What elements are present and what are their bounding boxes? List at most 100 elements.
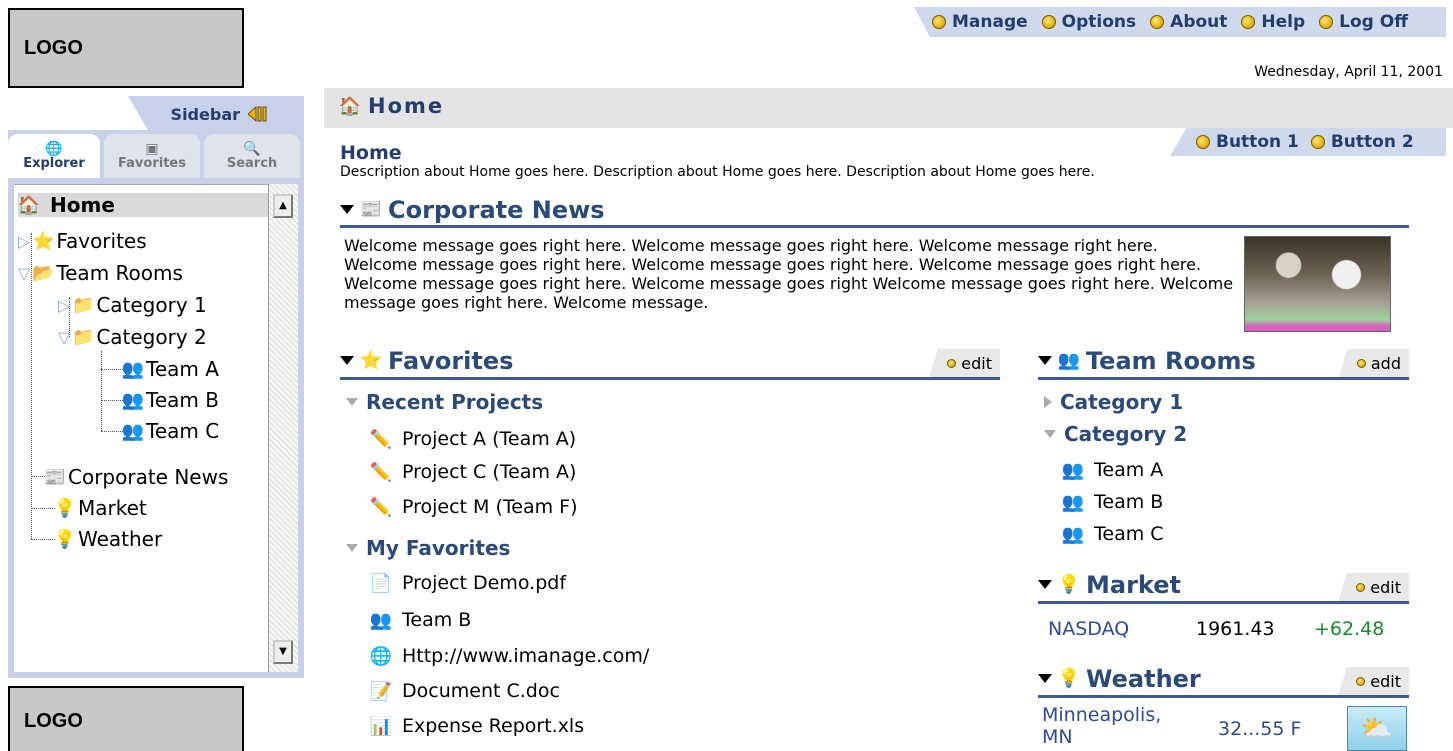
- weather-range: 32...55 F: [1218, 718, 1302, 740]
- nav-log-off[interactable]: Log Off: [1319, 12, 1408, 32]
- magnifier-icon: 🔍: [243, 140, 261, 157]
- pdf-file-icon: 📄: [369, 572, 393, 594]
- list-item[interactable]: 👥 Team A: [1062, 459, 1163, 481]
- list-item[interactable]: 👥 Team B: [1061, 491, 1164, 513]
- tree-node-team-c[interactable]: 👥 Team C: [122, 419, 219, 443]
- folder-icon: 📁: [72, 326, 95, 348]
- news-photo: [1244, 236, 1391, 332]
- project-icon: ✏️: [369, 428, 393, 450]
- page-buttons: Button 1 Button 2: [1170, 128, 1446, 156]
- list-item[interactable]: ✏️ Project C (Team A): [369, 461, 577, 483]
- collapse-triangle-icon: [346, 398, 358, 406]
- weather-edit-button[interactable]: edit: [1338, 667, 1409, 695]
- excel-file-icon: 📊: [369, 715, 393, 737]
- nav-about[interactable]: About: [1150, 12, 1227, 32]
- collapse-triangle-icon[interactable]: [340, 356, 354, 365]
- list-item[interactable]: 👥 Team B: [369, 609, 472, 631]
- tree-node-category-2[interactable]: ▽ 📁 Category 2: [58, 325, 207, 349]
- team-icon: 👥: [369, 609, 393, 631]
- lightbulb-icon: 💡: [1057, 668, 1081, 689]
- tree-node-home[interactable]: 🏠 Home: [18, 193, 268, 217]
- button-1[interactable]: Button 1: [1196, 132, 1299, 152]
- page-title: Home: [340, 142, 402, 164]
- tree-line: [101, 369, 123, 370]
- globe-icon: 🌐: [45, 140, 63, 157]
- scroll-up-button[interactable]: ▲: [273, 194, 293, 218]
- bullet-icon: [1356, 676, 1366, 686]
- tree-line: [101, 400, 123, 401]
- bullet-icon: [1356, 358, 1366, 368]
- tree-node-team-a[interactable]: 👥 Team A: [122, 357, 219, 381]
- tree-line: [31, 508, 55, 509]
- market-change: +62.48: [1314, 618, 1385, 640]
- collapse-triangle-icon[interactable]: [1038, 674, 1052, 683]
- tree-node-favorites[interactable]: ▷ ⭐ Favorites: [18, 229, 147, 253]
- team-icon: 👥: [121, 389, 145, 411]
- partly-cloudy-icon: ⛅: [1347, 706, 1407, 751]
- project-icon: ✏️: [369, 461, 393, 483]
- top-navigation: Manage Options About Help Log Off: [914, 7, 1446, 37]
- team-rooms-category-2[interactable]: Category 2: [1044, 422, 1187, 446]
- tree-node-weather[interactable]: 💡 Weather: [54, 527, 162, 551]
- scroll-down-button[interactable]: ▼: [273, 640, 293, 664]
- sidebar-toggle[interactable]: Sidebar: [128, 96, 304, 132]
- current-date: Wednesday, April 11, 2001: [1254, 64, 1443, 80]
- web-link-icon: 🌐: [369, 645, 393, 667]
- team-rooms-add-button[interactable]: add: [1338, 349, 1409, 377]
- tree-node-market[interactable]: 💡 Market: [54, 496, 147, 520]
- list-item[interactable]: 📝 Document C.doc: [370, 680, 560, 702]
- team-room-icon: 📂: [32, 262, 55, 284]
- tree-node-category-1[interactable]: ▷ 📁 Category 1: [58, 293, 207, 317]
- weather-city[interactable]: Minneapolis, MN: [1042, 704, 1161, 748]
- favorites-edit-button[interactable]: edit: [929, 349, 1000, 377]
- tree-node-team-b[interactable]: 👥 Team B: [122, 388, 219, 412]
- collapse-triangle-icon[interactable]: [340, 205, 354, 214]
- collapse-triangle-icon: [346, 544, 358, 552]
- expand-triangle-icon: [1044, 396, 1052, 408]
- favorites-header: ⭐ Favorites edit: [340, 344, 1000, 380]
- list-item[interactable]: 🌐 Http://www.imanage.com/: [370, 645, 649, 667]
- collapse-arrow-icon: ▽: [18, 263, 31, 283]
- list-item[interactable]: ✏️ Project A (Team A): [370, 428, 576, 450]
- house-icon: 🏠: [17, 194, 41, 216]
- list-item[interactable]: 📊 Expense Report.xls: [370, 715, 584, 737]
- favorites-star-icon: ⭐: [359, 350, 383, 371]
- team-icon: 👥: [1061, 523, 1085, 545]
- tree-node-corporate-news[interactable]: 📰 Corporate News: [43, 465, 229, 489]
- lightbulb-icon: 💡: [1057, 574, 1081, 595]
- market-symbol[interactable]: NASDAQ: [1048, 618, 1129, 640]
- tree-scrollbar[interactable]: ▲ ▼: [268, 184, 298, 672]
- newspaper-icon: 📰: [359, 199, 383, 220]
- word-document-icon: 📝: [369, 680, 393, 702]
- list-item[interactable]: ✏️ Project M (Team F): [370, 496, 578, 518]
- lightbulb-icon: 💡: [53, 528, 77, 550]
- collapse-triangle-icon[interactable]: [1038, 580, 1052, 589]
- nav-options[interactable]: Options: [1041, 12, 1136, 32]
- nav-help[interactable]: Help: [1241, 12, 1305, 32]
- header-title: 🏠 Home: [338, 94, 445, 118]
- team-icon: 👥: [1061, 491, 1085, 513]
- tab-explorer[interactable]: 🌐 Explorer: [8, 134, 100, 178]
- corporate-news-header: 📰 Corporate News: [340, 194, 1409, 228]
- collapse-triangle-icon[interactable]: [1038, 356, 1052, 365]
- bullet-icon: [1241, 15, 1256, 29]
- tab-search[interactable]: 🔍 Search: [204, 134, 300, 178]
- project-icon: ✏️: [369, 496, 393, 518]
- recent-projects-heading[interactable]: Recent Projects: [346, 390, 543, 414]
- newspaper-icon: 📰: [43, 466, 67, 488]
- team-icon: 👥: [121, 420, 145, 442]
- list-item[interactable]: 📄 Project Demo.pdf: [370, 572, 566, 594]
- list-item[interactable]: 👥 Team C: [1062, 523, 1164, 545]
- tab-favorites[interactable]: ▣ Favorites: [104, 134, 200, 178]
- market-edit-button[interactable]: edit: [1338, 573, 1409, 601]
- favorites-star-icon: ⭐: [32, 230, 55, 252]
- market-value: 1961.43: [1196, 618, 1275, 640]
- header-band: [324, 88, 1453, 128]
- collapse-triangle-icon: [1044, 430, 1056, 438]
- team-rooms-category-1[interactable]: Category 1: [1044, 390, 1183, 414]
- button-2[interactable]: Button 2: [1310, 132, 1414, 152]
- nav-manage[interactable]: Manage: [932, 12, 1028, 32]
- bullet-icon: [1356, 582, 1366, 592]
- my-favorites-heading[interactable]: My Favorites: [346, 536, 510, 560]
- tree-node-team-rooms[interactable]: ▽ 📂 Team Rooms: [18, 261, 183, 285]
